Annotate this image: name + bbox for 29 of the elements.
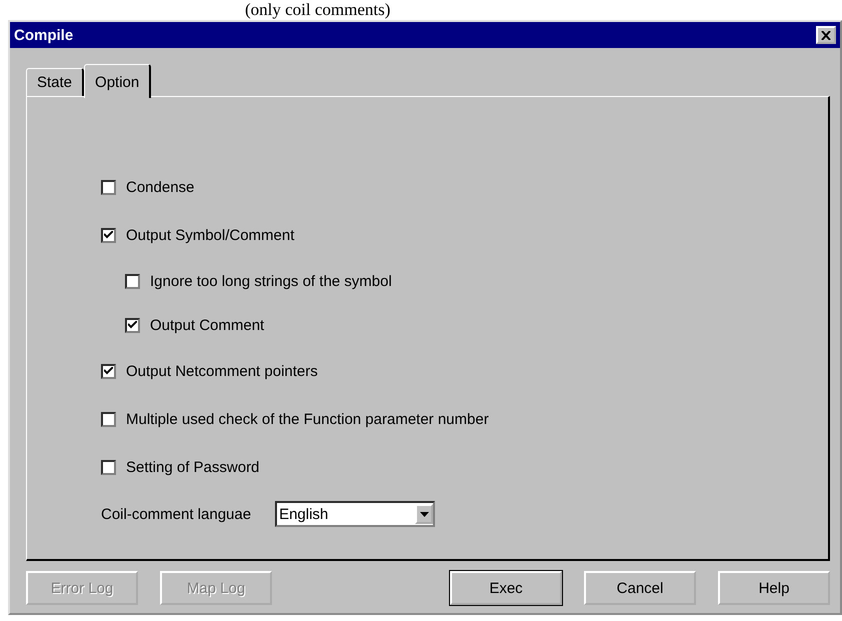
language-dropdown[interactable]: English: [275, 501, 436, 527]
dialog-button[interactable]: Cancel: [584, 571, 696, 605]
caption-text: (only coil comments): [245, 0, 390, 20]
tab[interactable]: Option: [84, 64, 152, 98]
dialog-button[interactable]: Exec: [450, 571, 562, 605]
checkmark-icon: [104, 367, 113, 375]
checkbox[interactable]: [125, 318, 140, 332]
caret-icon: [420, 512, 429, 516]
option-label: Output Netcomment pointers: [126, 362, 318, 380]
close-button[interactable]: [816, 26, 836, 44]
tab[interactable]: State: [26, 68, 84, 96]
checkbox[interactable]: [101, 180, 116, 194]
checkmark-icon: [128, 321, 137, 329]
option-label: Output Symbol/Comment: [126, 226, 294, 244]
option-label: Multiple used check of the Function parameter number: [126, 410, 489, 428]
checkmark-icon: [104, 231, 113, 239]
window-title: Compile: [14, 26, 74, 44]
checkbox[interactable]: [101, 228, 116, 242]
language-label: Coil-comment languae: [101, 506, 252, 522]
checkbox[interactable]: [101, 412, 116, 426]
checkbox[interactable]: [101, 364, 116, 378]
checkbox[interactable]: [125, 274, 140, 288]
dialog-button[interactable]: Help: [718, 571, 830, 605]
option-label: Ignore too long strings of the symbol: [150, 272, 392, 290]
checkbox[interactable]: [101, 460, 116, 474]
option-label: Condense: [126, 178, 194, 196]
option-label: Setting of Password: [126, 458, 260, 476]
option-label: Output Comment: [150, 316, 264, 334]
close-icon: [821, 30, 831, 40]
